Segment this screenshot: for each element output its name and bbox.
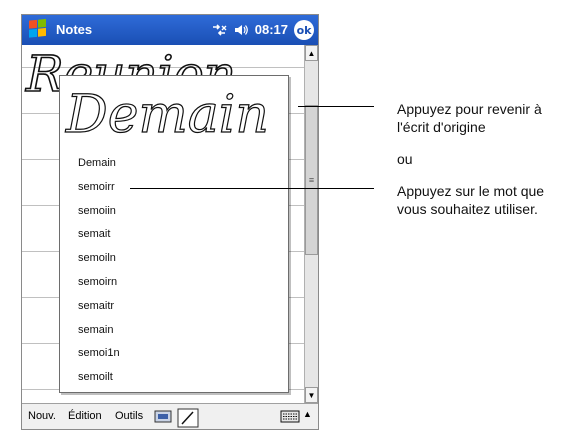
original-ink-word: Demain bbox=[65, 85, 269, 145]
vertical-scrollbar[interactable]: ▲ ≡ ▼ bbox=[304, 45, 318, 403]
suggestion-item[interactable]: semoi1n bbox=[78, 342, 120, 366]
suggestion-item[interactable]: semoiin bbox=[78, 200, 120, 224]
suggestion-item[interactable]: semoirn bbox=[78, 271, 120, 295]
recording-icon[interactable] bbox=[154, 408, 172, 424]
tools-menu[interactable]: Outils bbox=[115, 410, 143, 422]
app-title: Notes bbox=[56, 22, 93, 37]
sip-arrow-icon[interactable]: ▲ bbox=[303, 409, 312, 419]
suggestion-item[interactable]: semait bbox=[78, 223, 120, 247]
status-area: 08:17 bbox=[211, 22, 288, 37]
title-bar: Notes 08:17 ok bbox=[22, 15, 318, 45]
callout1-line2: l'écrit d'origine bbox=[397, 119, 486, 135]
suggestion-item[interactable]: semaitr bbox=[78, 295, 120, 319]
suggestion-list: Demain semoirr semoiin semait semoiln se… bbox=[78, 152, 120, 390]
pen-icon[interactable] bbox=[177, 408, 199, 428]
pocket-pc-screen: Notes 08:17 ok Reunion ▲ ≡ ▼ Demain Dema… bbox=[21, 14, 319, 430]
edit-menu[interactable]: Édition bbox=[68, 410, 102, 422]
callout-line-original bbox=[298, 106, 374, 107]
suggestion-item[interactable]: semain bbox=[78, 319, 120, 343]
suggestion-item[interactable]: semoirr bbox=[78, 176, 120, 200]
connectivity-icon[interactable] bbox=[211, 23, 227, 37]
suggestion-item[interactable]: Demain bbox=[78, 152, 120, 176]
scroll-up-button[interactable]: ▲ bbox=[305, 45, 318, 61]
callout2-line1: Appuyez sur le mot que bbox=[397, 183, 545, 199]
bottom-toolbar: Nouv. Édition Outils ▲ bbox=[22, 403, 318, 429]
callout1-line1: Appuyez pour revenir à bbox=[397, 101, 542, 117]
speaker-icon[interactable] bbox=[233, 23, 249, 37]
keyboard-icon[interactable] bbox=[280, 408, 300, 424]
scroll-thumb[interactable]: ≡ bbox=[305, 105, 318, 255]
clock[interactable]: 08:17 bbox=[255, 22, 288, 37]
ok-button[interactable]: ok bbox=[294, 20, 314, 40]
original-ink-button[interactable]: Demain bbox=[60, 76, 288, 146]
windows-flag-icon[interactable] bbox=[26, 18, 50, 42]
alternates-popup: Demain Demain semoirr semoiin semait sem… bbox=[59, 75, 289, 393]
suggestion-item[interactable]: semoiln bbox=[78, 247, 120, 271]
or-label: ou bbox=[397, 151, 413, 167]
new-menu[interactable]: Nouv. bbox=[28, 410, 56, 422]
suggestion-item[interactable]: semoilt bbox=[78, 366, 120, 390]
scroll-down-button[interactable]: ▼ bbox=[305, 387, 318, 403]
callout-line-suggestion bbox=[130, 188, 374, 189]
callout2-line2: vous souhaitez utiliser. bbox=[397, 201, 538, 217]
